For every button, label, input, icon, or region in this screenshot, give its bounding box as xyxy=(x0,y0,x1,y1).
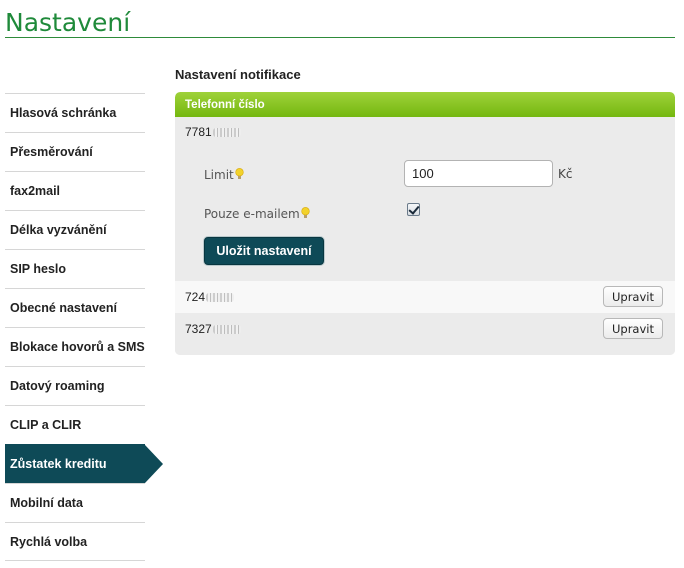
sidebar-item-sip-password[interactable]: SIP heslo xyxy=(5,249,145,288)
sidebar-item-label: CLIP a CLIR xyxy=(10,418,82,432)
phone-row-2: 724 Upravit xyxy=(175,281,675,313)
redacted-digits xyxy=(212,325,241,335)
email-only-label: Pouze e-mailem xyxy=(204,207,310,221)
sidebar-item-voicemail[interactable]: Hlasová schránka xyxy=(5,93,145,132)
phone-number-text: 7327 xyxy=(185,322,212,336)
sidebar-item-label: Obecné nastavení xyxy=(10,301,117,315)
sidebar-item-label: Rychlá volba xyxy=(10,534,88,549)
sidebar-item-call-sms-blocking[interactable]: Blokace hovorů a SMS xyxy=(5,327,145,366)
email-only-label-text: Pouze e-mailem xyxy=(204,207,300,221)
sidebar-item-data-roaming[interactable]: Datový roaming xyxy=(5,366,145,405)
sidebar-item-label: Délka vyzvánění xyxy=(10,223,107,237)
edit-button[interactable]: Upravit xyxy=(603,318,663,339)
sidebar-item-label: Přesměrování xyxy=(10,145,93,159)
sidebar-item-label: Hlasová schránka xyxy=(10,106,117,120)
sidebar-item-ring-duration[interactable]: Délka vyzvánění xyxy=(5,210,145,249)
page-title: Nastavení xyxy=(5,8,131,37)
limit-input[interactable] xyxy=(404,160,553,187)
sidebar-item-fax2mail[interactable]: fax2mail xyxy=(5,171,145,210)
sidebar-item-credit-balance[interactable]: Zůstatek kreditu xyxy=(5,444,163,483)
panel-header: Telefonní číslo xyxy=(175,92,675,117)
limit-label-text: Limit xyxy=(204,168,234,182)
redacted-digits xyxy=(212,128,241,138)
phone-number-2: 724 xyxy=(185,290,235,304)
sidebar-item-label: Blokace hovorů a SMS xyxy=(10,340,145,354)
phone-number-1[interactable]: 7781 xyxy=(185,125,241,139)
phone-row-3: 7327 Upravit xyxy=(175,313,675,355)
sidebar-item-clip-clir[interactable]: CLIP a CLIR xyxy=(5,405,145,444)
sidebar-item-label: fax2mail xyxy=(10,184,61,198)
sidebar-item-speed-dial[interactable]: Rychlá volba xyxy=(5,522,145,561)
phone-number-text: 724 xyxy=(185,290,206,304)
limit-unit: Kč xyxy=(558,167,573,181)
sidebar-item-call-forwarding[interactable]: Přesměrování xyxy=(5,132,145,171)
phone-number-text: 7781 xyxy=(185,125,212,139)
sidebar-item-label: Datový roaming xyxy=(10,379,105,393)
section-heading: Nastavení notifikace xyxy=(175,67,301,82)
lightbulb-icon xyxy=(301,207,310,218)
limit-label: Limit xyxy=(204,168,244,182)
notification-panel: Telefonní číslo 7781 Limit Kč Pouze e-ma… xyxy=(175,92,675,355)
title-divider xyxy=(5,37,675,38)
phone-number-3: 7327 xyxy=(185,322,241,336)
sidebar-item-mobile-data[interactable]: Mobilní data xyxy=(5,483,145,522)
sidebar-item-label: Zůstatek kreditu xyxy=(10,457,107,471)
email-only-checkbox[interactable] xyxy=(407,203,420,216)
sidebar-item-label: SIP heslo xyxy=(10,262,67,276)
save-settings-button[interactable]: Uložit nastavení xyxy=(204,237,324,265)
sidebar-item-label: Mobilní data xyxy=(10,496,83,510)
sidebar-item-general-settings[interactable]: Obecné nastavení xyxy=(5,288,145,327)
lightbulb-icon xyxy=(235,168,244,179)
redacted-digits xyxy=(206,293,235,303)
sidebar: Hlasová schránka Přesměrování fax2mail D… xyxy=(5,93,163,561)
edit-button[interactable]: Upravit xyxy=(603,286,663,307)
